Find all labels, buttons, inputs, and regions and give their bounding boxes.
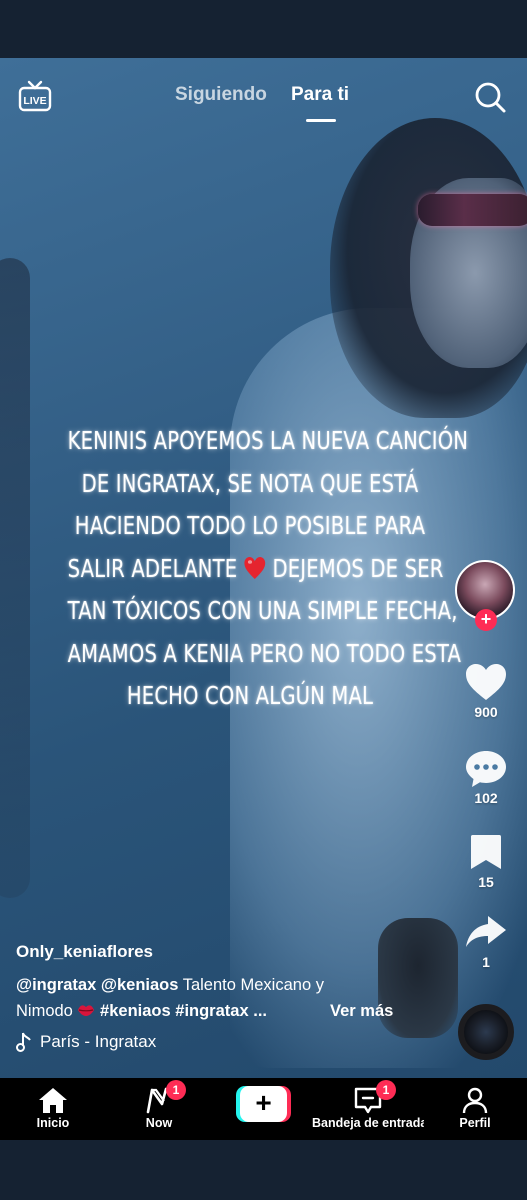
heart-icon [466, 664, 506, 700]
share-count: 1 [482, 954, 490, 970]
post-info: Only_keniaflores @ingratax @keniaos Tale… [16, 942, 436, 1052]
description-text: Talento Mexicano y [182, 976, 324, 994]
search-icon[interactable] [473, 80, 507, 114]
caption-line: KENINIS APOYEMOS LA NUEVA CANCIÓN [67, 426, 469, 455]
red-heart-emoji-icon [244, 556, 266, 579]
notification-badge: 1 [376, 1080, 396, 1100]
video-figure-sunglasses [418, 194, 527, 226]
caption-line: DE INGRATAX, SE NOTA QUE ESTÁ [81, 468, 419, 498]
description-ellipsis: ... [253, 1002, 267, 1020]
caption-line: HACIENDO TODO LO POSIBLE PARA [74, 511, 426, 540]
sound-link[interactable]: París - Ingratax [16, 1032, 436, 1052]
like-count: 900 [474, 704, 498, 720]
tab-following[interactable]: Siguiendo [175, 84, 267, 106]
creator-username[interactable]: Only_keniaflores [16, 942, 436, 962]
music-note-icon [16, 1032, 31, 1052]
caption-line: HECHO CON ALGÚN MAL [126, 681, 374, 710]
caption-line: TAN TÓXICOS CON UNA SIMPLE FECHA, [67, 596, 458, 625]
share-arrow-icon [466, 916, 506, 947]
status-bar-area [0, 0, 527, 58]
profile-icon [462, 1087, 488, 1114]
tab-home[interactable]: Inicio [22, 1078, 84, 1140]
follow-plus-icon[interactable]: + [475, 609, 497, 631]
like-button[interactable]: 900 [455, 662, 517, 720]
share-button[interactable]: 1 [455, 912, 517, 970]
tab-label: Bandeja de entrada [312, 1116, 424, 1130]
active-tab-indicator [306, 119, 336, 122]
sound-title: París - Ingratax [40, 1032, 157, 1051]
comment-icon [466, 751, 506, 787]
system-navigation-area [0, 1140, 527, 1200]
live-icon[interactable]: LIVE [18, 80, 52, 112]
caption-fragment: DEJEMOS DE SER [272, 553, 444, 583]
video-caption-overlay: KENINIS APOYEMOS LA NUEVA CANCIÓN DE ING… [67, 420, 469, 718]
live-label: LIVE [23, 95, 46, 107]
bottom-tab-bar: Inicio 1 Now + 1 Bandeja de entrada Perf… [0, 1078, 527, 1140]
hashtag-link[interactable]: #keniaos [100, 1002, 171, 1020]
tab-profile[interactable]: Perfil [444, 1078, 506, 1140]
tab-label: Perfil [459, 1116, 491, 1130]
see-more-button[interactable]: Ver más [330, 1002, 393, 1021]
mention-link[interactable]: @keniaos [101, 976, 179, 994]
notification-badge: 1 [166, 1080, 186, 1100]
tab-now[interactable]: 1 Now [128, 1078, 190, 1140]
caption-fragment: SALIR ADELANTE [67, 553, 238, 583]
create-button[interactable]: + [236, 1086, 291, 1122]
comment-button[interactable]: 102 [455, 748, 517, 806]
hashtag-link[interactable]: #ingratax [175, 1002, 248, 1020]
tab-inbox[interactable]: 1 Bandeja de entrada [312, 1078, 424, 1140]
tab-label: Now [145, 1116, 173, 1130]
kiss-lips-emoji-icon [78, 1005, 95, 1016]
caption-line: AMAMOS A KENIA PERO NO TODO ESTA [67, 638, 462, 668]
video-figure-left-hair [0, 258, 30, 898]
save-count: 15 [478, 874, 494, 890]
home-icon [39, 1088, 67, 1113]
tab-label: Inicio [36, 1116, 70, 1130]
save-button[interactable]: 15 [455, 832, 517, 890]
bookmark-icon [471, 835, 501, 869]
top-navigation: LIVE Siguiendo Para ti [0, 70, 527, 130]
create-plus-icon: + [240, 1086, 287, 1122]
tab-for-you[interactable]: Para ti [291, 84, 349, 106]
caption-line-with-emoji: SALIR ADELANTE DEJEMOS DE SER [67, 548, 444, 591]
description-text: Nimodo [16, 1002, 73, 1020]
comment-count: 102 [474, 790, 498, 806]
mention-link[interactable]: @ingratax [16, 976, 96, 994]
sound-disc-icon[interactable] [458, 1004, 514, 1060]
